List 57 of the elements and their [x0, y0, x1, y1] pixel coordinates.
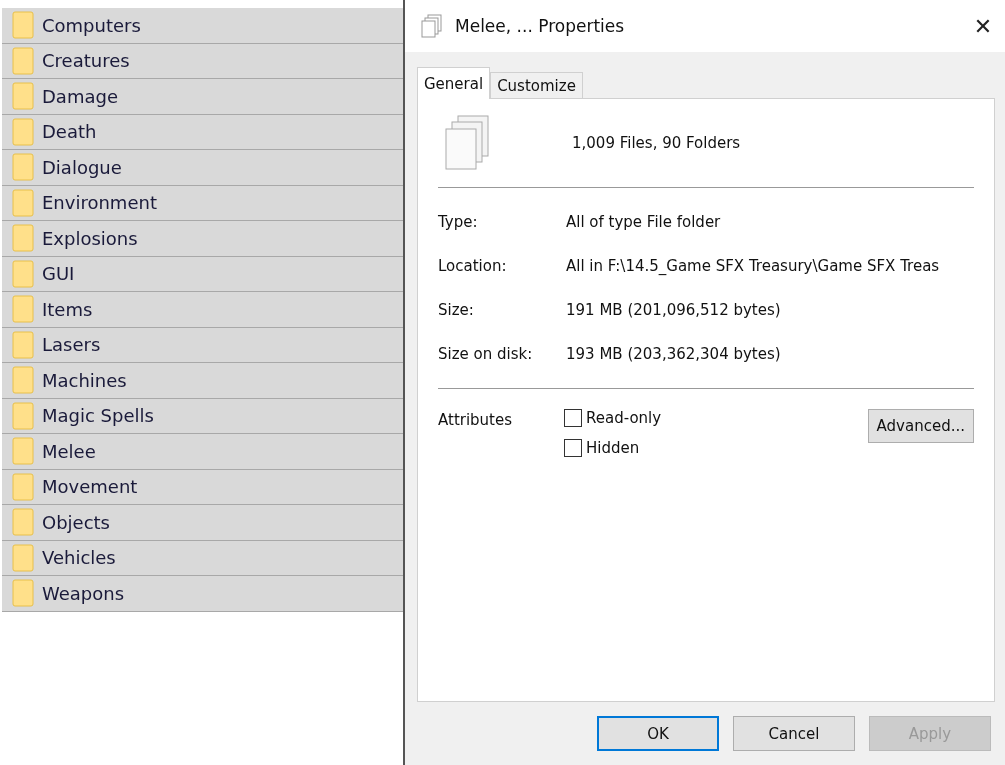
folder-icon	[12, 117, 34, 146]
folder-icon	[12, 579, 34, 608]
folder-item[interactable]: Death	[2, 114, 403, 150]
folder-item[interactable]: Vehicles	[2, 540, 403, 576]
folder-item[interactable]: Computers	[2, 8, 403, 44]
folder-item[interactable]: Creatures	[2, 43, 403, 79]
property-label: Size on disk:	[438, 344, 534, 365]
folder-item[interactable]: Magic Spells	[2, 398, 403, 434]
summary-text: 1,009 Files, 90 Folders	[572, 134, 741, 152]
documents-icon	[421, 14, 443, 38]
folder-icon	[12, 330, 34, 359]
advanced-button[interactable]: Advanced...	[867, 409, 974, 443]
folder-icon	[12, 188, 34, 217]
property-value: 191 MB (201,096,512 bytes)	[566, 300, 782, 321]
property-label: Location:	[438, 256, 508, 277]
folder-item[interactable]: GUI	[2, 256, 403, 292]
folder-icon	[12, 259, 34, 288]
folder-icon	[12, 472, 34, 501]
folder-item[interactable]: Melee	[2, 434, 403, 470]
checkbox[interactable]	[564, 439, 582, 457]
folder-icon	[12, 401, 34, 430]
folder-item[interactable]: Items	[2, 292, 403, 328]
documents-icon	[444, 115, 490, 171]
folder-icon	[12, 46, 34, 75]
folder-item[interactable]: Weapons	[2, 576, 403, 612]
property-value: 193 MB (203,362,304 bytes)	[566, 344, 782, 365]
folder-icon	[12, 82, 34, 111]
checkbox-label[interactable]: Read-only	[586, 409, 662, 427]
window-title: Melee, ... Properties	[455, 16, 626, 36]
folder-item[interactable]: Environment	[2, 185, 403, 221]
folder-item[interactable]: Movement	[2, 469, 403, 505]
attributes-label: Attributes	[438, 410, 514, 431]
checkbox[interactable]	[564, 409, 582, 427]
folder-item[interactable]: Damage	[2, 79, 403, 115]
property-label: Type:	[438, 212, 479, 233]
folder-item[interactable]: Objects	[2, 505, 403, 541]
property-value: All in F:\14.5_Game SFX Treasury\Game SFX Treas	[566, 256, 941, 277]
folder-item[interactable]: Machines	[2, 363, 403, 399]
folder-icon	[12, 11, 34, 40]
tab[interactable]: General	[417, 67, 491, 99]
property-label: Size:	[438, 300, 475, 321]
property-value: All of type File folder	[566, 212, 722, 233]
folder-icon	[12, 508, 34, 537]
folder-icon	[12, 224, 34, 253]
folder-item[interactable]: Lasers	[2, 327, 403, 363]
folder-icon	[12, 437, 34, 466]
folder-icon	[12, 543, 34, 572]
folder-item[interactable]: Dialogue	[2, 150, 403, 186]
folder-item[interactable]: Explosions	[2, 221, 403, 257]
dialog-button[interactable]: Cancel	[733, 716, 855, 751]
folder-icon	[12, 366, 34, 395]
dialog-button[interactable]: OK	[597, 716, 719, 751]
checkbox-label[interactable]: Hidden	[586, 439, 640, 457]
close-button[interactable]: ✕	[961, 4, 1005, 48]
folder-icon	[12, 295, 34, 324]
tab[interactable]: Customize	[490, 72, 583, 98]
folder-icon	[12, 153, 34, 182]
